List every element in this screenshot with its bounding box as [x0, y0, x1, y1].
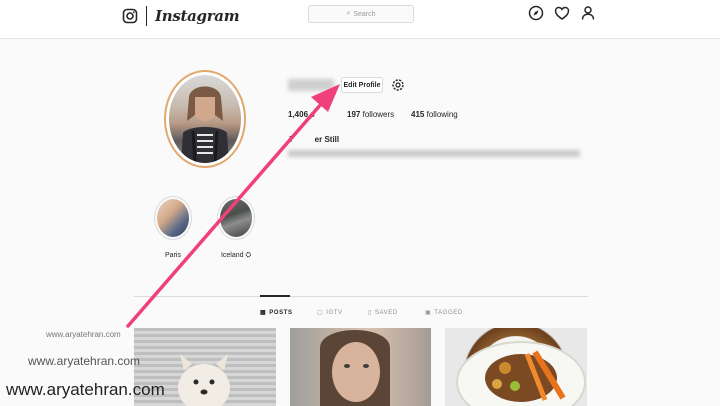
tab-posts-label: POSTS — [269, 309, 293, 316]
following-label: following — [426, 110, 458, 119]
following-count: 415 — [411, 110, 425, 119]
search-icon: ⌕ — [346, 10, 351, 17]
search-input[interactable]: ⌕ Search — [308, 5, 414, 23]
compass-icon[interactable] — [528, 5, 544, 21]
highlight-label: Iceland ⛭ — [220, 252, 252, 259]
tab-tagged[interactable]: ▣ TAGGED — [425, 309, 463, 317]
highlight-cover — [154, 196, 192, 240]
posts-stat: 1,406 p — [288, 110, 315, 119]
tab-saved-label: SAVED — [374, 309, 398, 316]
profile-photo — [169, 75, 241, 163]
post-thumbnail-food[interactable] — [445, 328, 587, 406]
watermark-small: www.aryatehran.com — [46, 330, 121, 339]
heart-icon[interactable] — [554, 5, 570, 21]
posts-count: 1,406 — [288, 110, 309, 119]
grid-icon: ▦ — [260, 310, 267, 316]
search-placeholder: Search — [353, 10, 376, 18]
highlight-cover — [217, 196, 255, 240]
bookmark-icon: ▯ — [368, 310, 372, 316]
following-stat[interactable]: 415 following — [411, 110, 458, 119]
tv-icon: ▢ — [317, 310, 324, 316]
tag-icon: ▣ — [425, 310, 432, 316]
settings-gear-icon[interactable] — [391, 78, 405, 92]
profile-full-name: J er Still — [288, 135, 340, 144]
edit-profile-button[interactable]: Edit Profile — [341, 77, 383, 93]
followers-stat[interactable]: 197 followers — [347, 110, 394, 119]
instagram-logo[interactable]: Instagram — [122, 4, 240, 28]
top-navigation-bar: Instagram ⌕ Search — [0, 0, 720, 39]
watermark-medium: www.aryatehran.com — [28, 354, 141, 368]
active-tab-indicator — [260, 295, 290, 297]
tab-igtv-label: IGTV — [326, 309, 343, 316]
tabs-divider — [134, 296, 588, 297]
logo-divider — [146, 6, 147, 26]
post-thumbnail-selfie[interactable] — [290, 328, 431, 406]
instagram-glyph-icon — [122, 8, 138, 24]
highlight-label: Paris — [165, 252, 181, 259]
highlight-iceland[interactable]: Iceland ⛭ — [214, 196, 258, 260]
highlight-paris[interactable]: Paris — [151, 196, 195, 259]
posts-label: p — [310, 110, 315, 119]
tab-igtv[interactable]: ▢ IGTV — [317, 309, 343, 317]
tab-saved[interactable]: ▯ SAVED — [368, 309, 398, 317]
instagram-wordmark: Instagram — [155, 7, 240, 25]
username-blurred — [288, 79, 334, 91]
tab-tagged-label: TAGGED — [434, 309, 463, 316]
watermark-large: www.aryatehran.com — [6, 380, 165, 399]
tab-posts[interactable]: ▦ POSTS — [260, 309, 293, 317]
nav-icon-group — [528, 5, 596, 21]
bio-blurred — [288, 150, 580, 157]
followers-label: followers — [362, 110, 395, 119]
profile-avatar[interactable] — [164, 70, 246, 168]
user-icon[interactable] — [580, 5, 596, 21]
followers-count: 197 — [347, 110, 361, 119]
